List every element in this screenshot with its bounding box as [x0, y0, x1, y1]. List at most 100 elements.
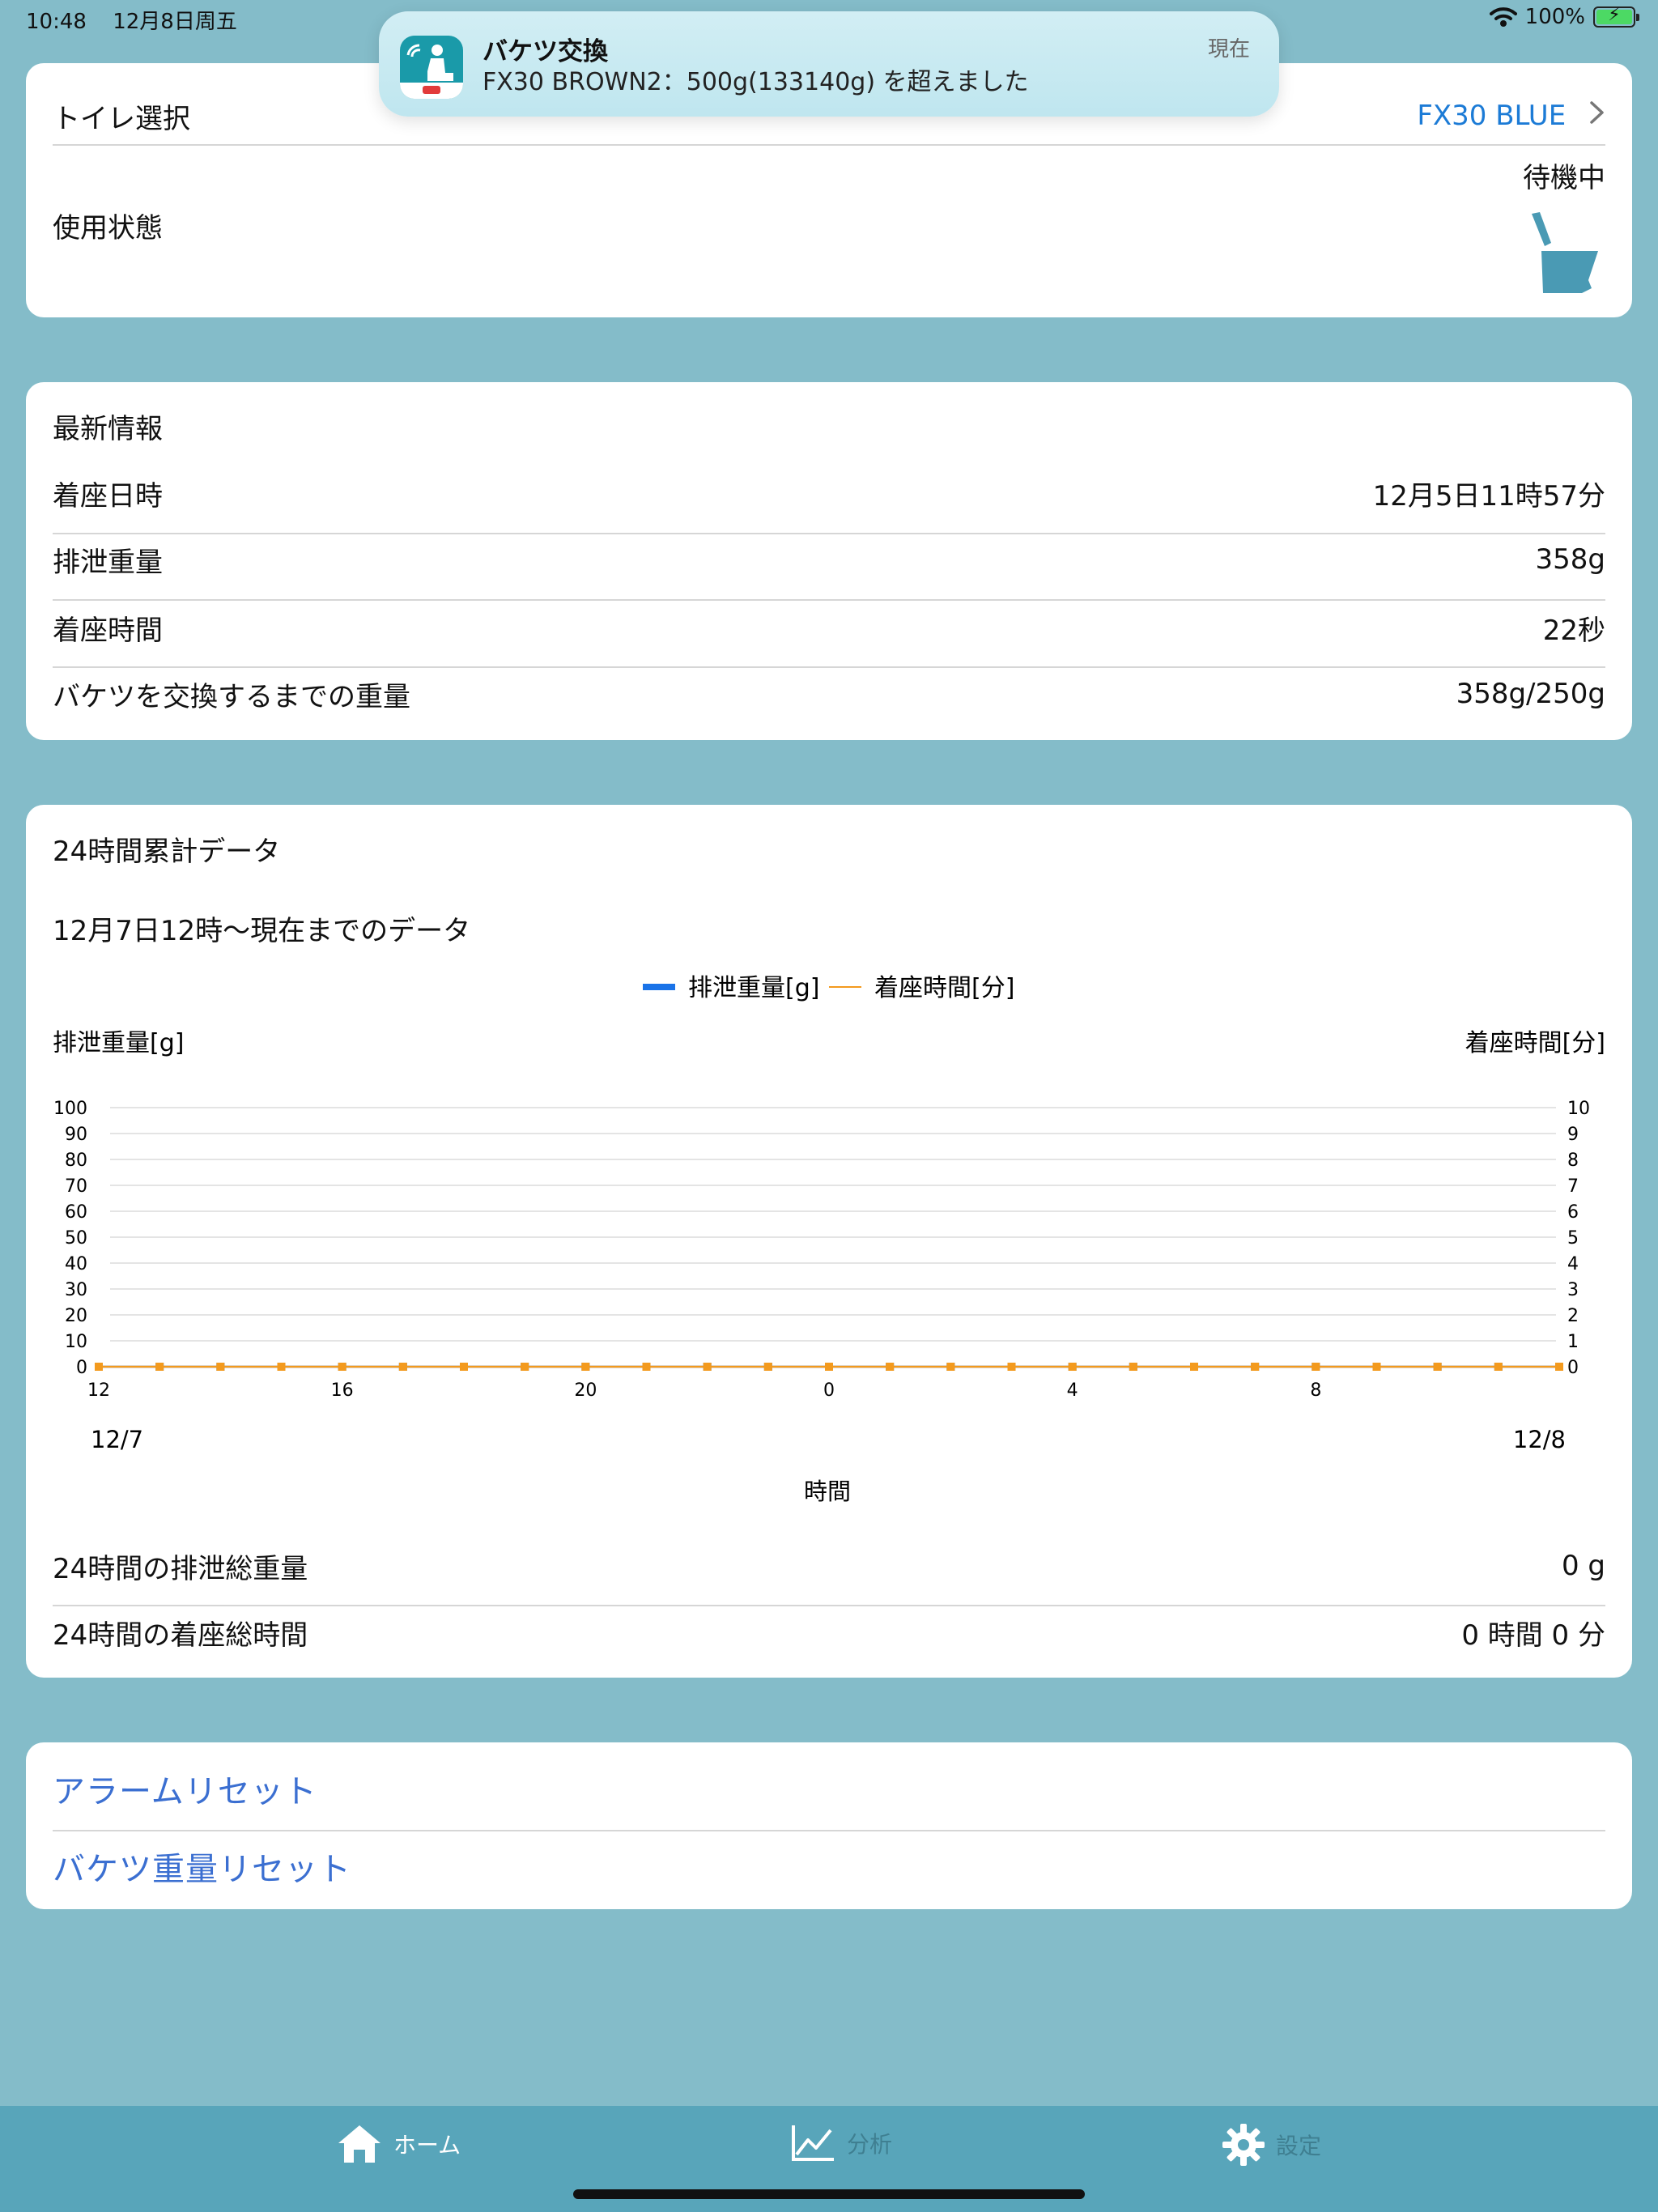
y-tick-right: 2 — [1567, 1306, 1579, 1326]
data-point — [1494, 1363, 1503, 1371]
data-point — [642, 1363, 651, 1371]
y-axis-left-label: 排泄重量[g] — [53, 1029, 184, 1057]
notification-banner[interactable]: バケツ交換 FX30 BROWN2：500g(133140g) を超えました 現… — [379, 11, 1279, 117]
gear-icon — [1222, 2124, 1265, 2166]
info-row-weight: 排泄重量 358g — [53, 538, 1605, 581]
y-tick-right: 4 — [1567, 1254, 1579, 1274]
legend-label-1: 着座時間[分] — [874, 974, 1014, 1002]
notification-time: 現在 — [1207, 37, 1250, 62]
data-point — [1555, 1363, 1563, 1371]
x-tick-label: 16 — [331, 1380, 354, 1401]
x-tick-label: 20 — [574, 1380, 597, 1401]
info-label: 着座時間 — [53, 614, 163, 647]
legend-swatch-1 — [829, 986, 861, 988]
data-point — [763, 1363, 772, 1371]
data-point — [155, 1363, 164, 1371]
data-point — [1190, 1363, 1198, 1371]
cumulative-chart: 排泄重量[g] 着座時間[分] 排泄重量[g] 着座時間[分] 100908070… — [53, 974, 1605, 1505]
toilet-icon — [1532, 212, 1598, 293]
total-time-label: 24時間の着座総時間 — [53, 1619, 308, 1652]
total-weight-row: 24時間の排泄総重量 0 g — [53, 1543, 1605, 1589]
data-point — [460, 1363, 468, 1371]
data-point — [398, 1363, 407, 1371]
y-tick-right: 7 — [1567, 1176, 1579, 1197]
date-label-start: 12/7 — [91, 1426, 143, 1453]
app-icon — [400, 36, 463, 99]
y-tick-left: 50 — [65, 1228, 87, 1249]
y-tick-left: 100 — [53, 1099, 87, 1119]
cumulative-card: 24時間累計データ 12月7日12時〜現在までのデータ 排泄重量[g] 着座時間[… — [26, 805, 1632, 1678]
y-tick-right: 1 — [1567, 1332, 1579, 1352]
tab-settings[interactable]: 設定 — [1222, 2124, 1321, 2166]
y-tick-left: 70 — [65, 1176, 87, 1197]
actions-card: アラームリセット バケツ重量リセット — [26, 1742, 1632, 1909]
data-point — [1007, 1363, 1016, 1371]
total-time-row: 24時間の着座総時間 0 時間 0 分 — [53, 1610, 1605, 1655]
alarm-reset-button[interactable]: アラームリセット — [53, 1765, 317, 1812]
info-value: 358g — [1535, 543, 1605, 576]
battery-icon: ⚡ — [1593, 5, 1639, 28]
notification-body: FX30 BROWN2：500g(133140g) を超えました — [483, 68, 1029, 96]
y-tick-left: 90 — [65, 1125, 87, 1145]
info-label: 排泄重量 — [53, 546, 163, 579]
y-axis-right-label: 着座時間[分] — [1465, 1029, 1605, 1057]
y-tick-right: 3 — [1567, 1280, 1579, 1300]
data-point — [521, 1363, 529, 1371]
info-label: バケツを交換するまでの重量 — [53, 680, 410, 713]
home-icon — [338, 2125, 380, 2163]
info-row-bucket-weight: バケツを交換するまでの重量 358g/250g — [53, 672, 1605, 716]
info-row-seated-time: 着座時間 22秒 — [53, 606, 1605, 649]
data-point — [946, 1363, 955, 1371]
chevron-right-icon — [1590, 101, 1604, 124]
divider — [53, 666, 1605, 668]
data-point — [95, 1363, 103, 1371]
tab-settings-label: 設定 — [1276, 2133, 1322, 2159]
total-weight-label: 24時間の排泄総重量 — [53, 1552, 308, 1585]
divider — [53, 1605, 1605, 1606]
y-tick-left: 20 — [65, 1306, 87, 1326]
tab-analysis[interactable]: 分析 — [790, 2124, 892, 2163]
toilet-select-label: トイレ選択 — [53, 102, 190, 135]
y-tick-left: 80 — [65, 1151, 87, 1171]
latest-info-card: 最新情報 着座日時 12月5日11時57分 排泄重量 358g 着座時間 22秒… — [26, 382, 1632, 740]
data-point — [1433, 1363, 1442, 1371]
data-point — [703, 1363, 712, 1371]
battery-percent: 100% — [1524, 5, 1585, 29]
y-tick-right: 8 — [1567, 1151, 1579, 1171]
y-tick-left: 60 — [65, 1202, 87, 1223]
data-point — [825, 1363, 833, 1371]
legend-swatch-0 — [643, 984, 675, 990]
y-tick-left: 30 — [65, 1280, 87, 1300]
chart-line-icon — [792, 2125, 834, 2161]
data-point — [581, 1363, 590, 1371]
info-label: 着座日時 — [53, 479, 163, 513]
y-tick-right: 10 — [1567, 1099, 1590, 1119]
date-label-end: 12/8 — [1513, 1426, 1566, 1453]
x-axis-label: 時間 — [804, 1478, 851, 1505]
info-value: 12月5日11時57分 — [1372, 479, 1605, 513]
tab-home[interactable]: ホーム — [337, 2124, 461, 2164]
divider — [53, 533, 1605, 534]
data-point — [1068, 1363, 1077, 1371]
status-label: 使用状態 — [53, 212, 163, 245]
tab-home-label: ホーム — [393, 2132, 461, 2159]
status-bar-right: 100% ⚡ — [1489, 5, 1639, 29]
y-tick-right: 9 — [1567, 1125, 1579, 1145]
bucket-weight-reset-button[interactable]: バケツ重量リセット — [53, 1843, 351, 1890]
x-tick-label: 8 — [1310, 1380, 1321, 1401]
data-point — [338, 1363, 346, 1371]
y-ticks-left: 1009080706050403020100 — [53, 1099, 87, 1378]
status-value: 待機中 — [1523, 162, 1605, 194]
y-tick-right: 0 — [1567, 1358, 1579, 1378]
x-tick-label: 12 — [87, 1380, 110, 1401]
toilet-select-value[interactable]: FX30 BLUE — [1417, 100, 1566, 132]
divider — [53, 144, 1605, 146]
tab-analysis-label: 分析 — [847, 2131, 893, 2158]
legend-label-0: 排泄重量[g] — [688, 974, 819, 1002]
chart-legend: 排泄重量[g] 着座時間[分] — [643, 974, 1014, 1002]
info-value: 358g/250g — [1456, 678, 1605, 710]
x-tick-label: 0 — [823, 1380, 835, 1401]
home-indicator — [573, 2189, 1085, 2199]
y-tick-right: 6 — [1567, 1202, 1579, 1223]
status-bar-time: 10:48 12月8日周五 — [26, 5, 237, 35]
